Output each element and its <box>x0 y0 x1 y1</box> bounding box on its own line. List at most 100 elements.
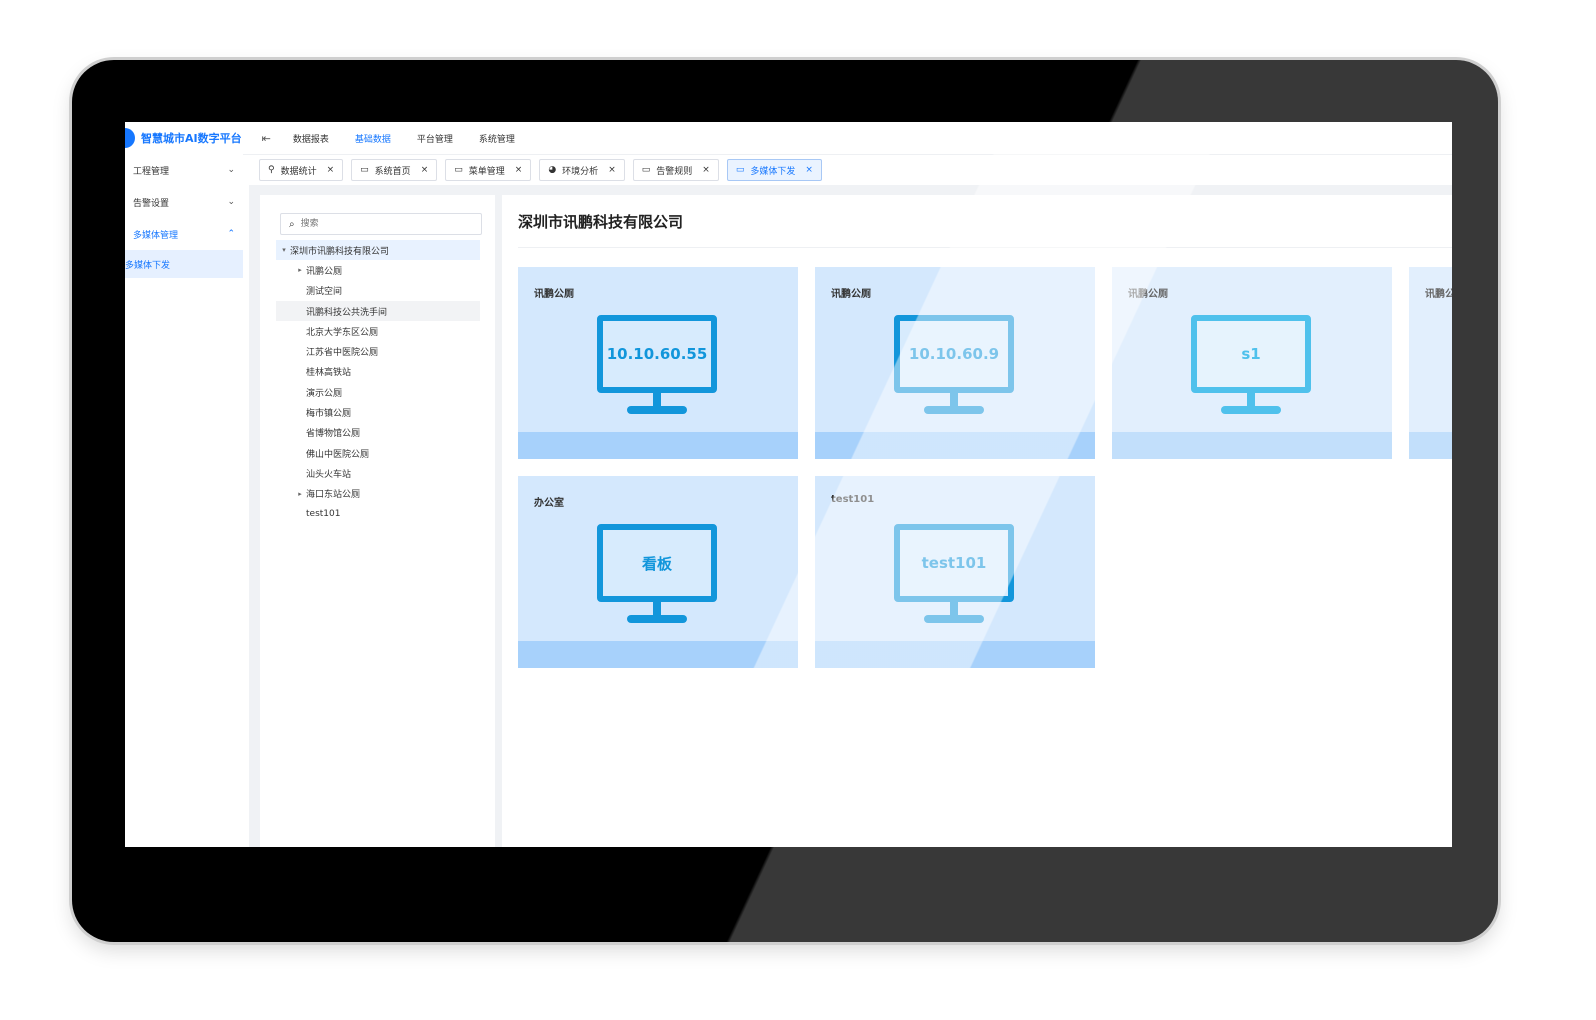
close-icon[interactable]: × <box>515 165 523 175</box>
location-pin-icon: ⚲ <box>268 165 275 175</box>
menu-item-project[interactable]: 工程管理 ⌄ <box>125 154 243 186</box>
nav-item-basic-data[interactable]: 基础数据 <box>355 132 391 145</box>
search-icon: ⌕ <box>289 218 295 230</box>
tree-node[interactable]: 梅市镇公厕 <box>276 402 480 422</box>
nav-item-platform[interactable]: 平台管理 <box>417 132 453 145</box>
card-footer <box>518 432 798 459</box>
app-screen: 智慧城市AI数字平台 ⇤ 数据报表 基础数据 平台管理 系统管理 工程管理 ⌄ … <box>125 122 1452 847</box>
chevron-down-icon: ⌄ <box>227 165 235 175</box>
tab[interactable]: ◕ 环境分析 × <box>539 159 625 181</box>
tree-node[interactable]: 省博物馆公厕 <box>276 423 480 443</box>
app-title: 智慧城市AI数字平台 <box>141 132 242 145</box>
tree-node-label: test101 <box>306 509 341 519</box>
menu-item-alarm[interactable]: 告警设置 ⌄ <box>125 186 243 218</box>
menu-fold-icon[interactable]: ⇤ <box>262 132 271 145</box>
device-card[interactable]: 讯鹏公厕 s1 <box>1112 267 1392 459</box>
tree-node-root[interactable]: ▾ 深圳市讯鹏科技有限公司 <box>276 240 480 261</box>
close-icon[interactable]: × <box>421 165 429 175</box>
close-icon[interactable]: × <box>327 165 335 175</box>
tree-node-label: 汕头火车站 <box>306 469 352 480</box>
tree-node-label: 佛山中医院公厕 <box>306 449 370 460</box>
tree-node-label: 讯鹏公厕 <box>306 266 343 277</box>
device-name: test101 <box>831 494 875 505</box>
close-icon[interactable]: × <box>608 165 616 175</box>
monitor-icon: s1 <box>1191 315 1311 417</box>
tree-node-label: 梅市镇公厕 <box>306 409 352 420</box>
top-bar: 智慧城市AI数字平台 ⇤ 数据报表 基础数据 平台管理 系统管理 <box>125 122 1452 155</box>
tree-node[interactable]: ▸ 讯鹏公厕 <box>276 260 480 280</box>
tab-label: 告警规则 <box>656 166 693 177</box>
device-name: 讯鹏公厕 <box>831 289 871 300</box>
tree-panel: ⌕ ▾深圳市讯鹏科技有限公司▸讯鹏公厕测试空间讯鹏科技公共洗手间北京大学东区公厕… <box>260 195 495 847</box>
tree-node[interactable]: 测试空间 <box>276 281 480 301</box>
device-card[interactable]: 讯鹏公厕 10.10.60.9 <box>815 267 1095 459</box>
search-input[interactable] <box>298 218 473 230</box>
window-icon: ▭ <box>735 165 745 175</box>
caret-icon[interactable]: ▸ <box>294 490 306 498</box>
tree-node[interactable]: ▸ 海口东站公厕 <box>276 484 480 504</box>
device-card[interactable]: 讯鹏公厕 10.10.60.55 <box>518 267 798 459</box>
close-icon[interactable]: × <box>702 165 710 175</box>
page-title: 深圳市讯鹏科技有限公司 <box>518 213 684 231</box>
tree-node[interactable]: 佛山中医院公厕 <box>276 443 480 463</box>
nav-item-system[interactable]: 系统管理 <box>479 132 515 145</box>
card-footer <box>518 641 798 668</box>
tree-node-label: 海口东站公厕 <box>306 490 361 501</box>
window-icon: ▭ <box>360 165 369 175</box>
monitor-icon: 10.10.60.55 <box>597 315 717 417</box>
tab-label: 系统首页 <box>374 166 411 177</box>
tree-node[interactable]: 汕头火车站 <box>276 463 480 483</box>
tab-label: 环境分析 <box>562 166 599 177</box>
close-icon[interactable]: × <box>805 165 813 175</box>
tree-node-label: 深圳市讯鹏科技有限公司 <box>290 246 390 257</box>
device-card[interactable]: 办公室 看板 <box>518 476 798 668</box>
menu-item-multimedia[interactable]: 多媒体管理 ⌃ <box>125 218 243 250</box>
tab[interactable]: ▭ 系统首页 × <box>351 159 438 181</box>
card-footer <box>1409 432 1452 459</box>
tree-node-label: 演示公厕 <box>306 388 343 399</box>
tree-node-label: 讯鹏科技公共洗手间 <box>306 307 388 318</box>
nav-item-reports[interactable]: 数据报表 <box>293 132 329 145</box>
tab[interactable]: ▭ 多媒体下发 × <box>726 159 822 181</box>
chevron-up-icon: ⌃ <box>227 229 235 239</box>
divider <box>518 247 1452 248</box>
main-panel: 深圳市讯鹏科技有限公司 讯鹏公厕 10.10.60.55 讯鹏公厕 10.10.60.… <box>502 195 1452 847</box>
monitor-icon: test101 <box>894 524 1014 626</box>
pie-chart-icon: ◕ <box>548 165 557 175</box>
tree-node[interactable]: 演示公厕 <box>276 382 480 402</box>
search-box: ⌕ <box>280 213 482 235</box>
window-icon: ▭ <box>641 165 651 175</box>
tree-node-label: 测试空间 <box>306 287 343 298</box>
card-footer <box>815 641 1095 668</box>
tree-node[interactable]: 江苏省中医院公厕 <box>276 341 480 361</box>
tab[interactable]: ▭ 菜单管理 × <box>445 159 532 181</box>
tab-label: 菜单管理 <box>468 166 505 177</box>
device-name: 讯鹏公厕 <box>1425 289 1452 300</box>
caret-icon[interactable]: ▾ <box>278 246 290 254</box>
device-name: 讯鹏公厕 <box>1128 289 1168 300</box>
device-name: 讯鹏公厕 <box>534 289 574 300</box>
tab-label: 数据统计 <box>280 166 317 177</box>
device-card[interactable]: test101 test101 <box>815 476 1095 668</box>
device-screen-label: 10.10.60.55 <box>597 315 717 393</box>
monitor-icon: 看板 <box>597 524 717 626</box>
device-screen-label: 10.10.60.9 <box>894 315 1014 393</box>
tab[interactable]: ▭ 告警规则 × <box>632 159 719 181</box>
device-card[interactable]: 讯鹏公厕 <box>1409 267 1452 459</box>
chevron-down-icon: ⌄ <box>227 197 235 207</box>
logo-icon <box>125 128 135 148</box>
tree-node-label: 桂林高铁站 <box>306 368 352 379</box>
tree-node[interactable]: 北京大学东区公厕 <box>276 321 480 341</box>
tab[interactable]: ⚲ 数据统计 × <box>259 159 344 181</box>
submenu-item-multimedia-publish[interactable]: 多媒体下发 <box>125 250 243 278</box>
tree-node-label: 北京大学东区公厕 <box>306 327 379 338</box>
tree-node-label: 江苏省中医院公厕 <box>306 348 379 359</box>
tree-node[interactable]: test101 <box>276 504 480 524</box>
tree-node[interactable]: 桂林高铁站 <box>276 362 480 382</box>
menu-item-label: 告警设置 <box>133 198 170 209</box>
tree-node[interactable]: 讯鹏科技公共洗手间 <box>276 300 480 322</box>
caret-icon[interactable]: ▸ <box>294 266 306 274</box>
card-footer <box>1112 432 1392 459</box>
app-logo: 智慧城市AI数字平台 <box>125 122 242 154</box>
window-icon: ▭ <box>454 165 463 175</box>
